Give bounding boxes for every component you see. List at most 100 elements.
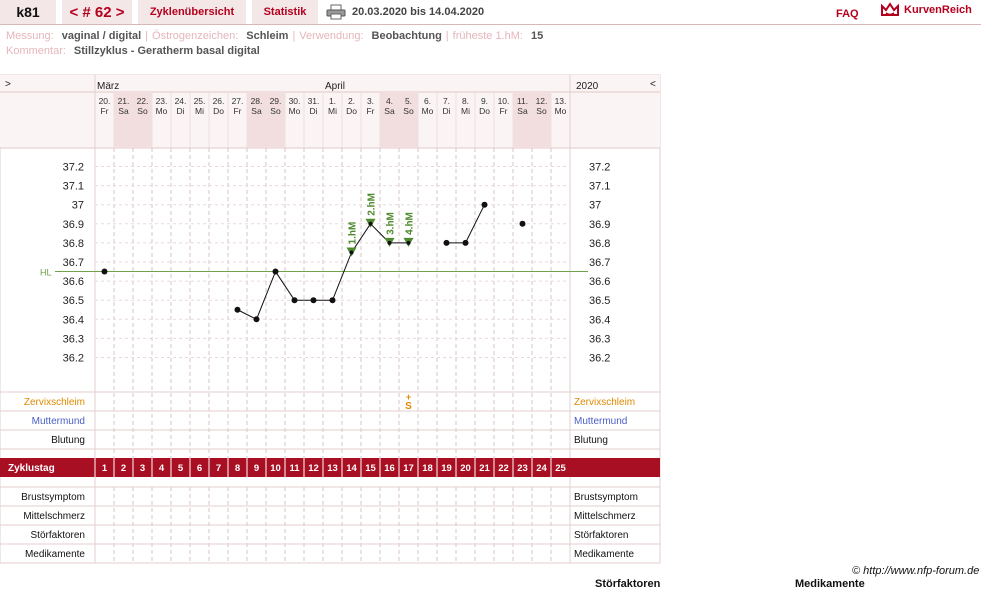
- cycle-day-number: 12: [308, 463, 319, 474]
- y-tick-right: 36.3: [589, 333, 610, 345]
- schleim-code-mark: S: [405, 401, 412, 412]
- day-number-label: 13.: [555, 96, 567, 106]
- weekday-label: Sa: [517, 106, 528, 116]
- day-number-label: 4.: [386, 96, 393, 106]
- day-number-label: 20.: [99, 96, 111, 106]
- day-number-label: 6.: [424, 96, 431, 106]
- temperature-point: [481, 201, 488, 208]
- cycle-day-number: 5: [178, 463, 184, 474]
- hl-label: HL: [40, 268, 52, 278]
- lower-row-label-right: Mittelschmerz: [574, 511, 636, 522]
- cycle-day-number: 11: [289, 463, 300, 474]
- day-number-label: 10.: [498, 96, 510, 106]
- day-number-label: 29.: [270, 96, 282, 106]
- lower-row-label-left: Medikamente: [25, 549, 85, 560]
- weekday-label: Fr: [100, 106, 108, 116]
- temperature-point: [101, 268, 108, 275]
- weekday-label: Mo: [289, 106, 301, 116]
- cycle-day-number: 21: [479, 463, 490, 474]
- weekday-label: So: [403, 106, 414, 116]
- cycle-day-number: 10: [270, 463, 281, 474]
- weekday-label: Di: [442, 106, 450, 116]
- weekday-label: Di: [176, 106, 184, 116]
- cycle-day-number: 16: [384, 463, 395, 474]
- row-label-left: Muttermund: [32, 416, 85, 427]
- cycle-day-number: 9: [254, 463, 259, 474]
- lower-row-label-right: Brustsymptom: [574, 492, 638, 503]
- day-number-label: 5.: [405, 96, 412, 106]
- cycle-day-number: 6: [197, 463, 202, 474]
- zyklustag-label: Zyklustag: [8, 463, 55, 474]
- weekday-label: So: [137, 106, 148, 116]
- cycle-day-number: 8: [235, 463, 240, 474]
- weekday-label: Fr: [233, 106, 241, 116]
- cycle-day-number: 24: [536, 463, 547, 474]
- cycle-day-number: 7: [216, 463, 221, 474]
- cycle-day-number: 2: [121, 463, 126, 474]
- y-tick-left: 37.1: [63, 181, 84, 193]
- day-number-label: 26.: [213, 96, 225, 106]
- cycle-day-number: 13: [327, 463, 338, 474]
- temperature-point: [329, 297, 336, 304]
- day-number-label: 24.: [175, 96, 187, 106]
- hm-label: 4.hM: [405, 212, 416, 235]
- weekday-label: Mi: [328, 106, 337, 116]
- cycle-day-number: 23: [517, 463, 528, 474]
- chart-nav-right[interactable]: <: [650, 79, 656, 90]
- day-number-label: 12.: [536, 96, 548, 106]
- day-number-label: 22.: [137, 96, 149, 106]
- y-tick-left: 36.3: [63, 333, 84, 345]
- chart-nav-left[interactable]: >: [5, 79, 11, 90]
- row-label-right: Blutung: [574, 435, 608, 446]
- row-label-left: Zervixschleim: [24, 397, 85, 408]
- day-number-label: 25.: [194, 96, 206, 106]
- lower-row-label-right: Störfaktoren: [574, 530, 628, 541]
- hm-label: 3.hM: [386, 212, 397, 235]
- y-tick-left: 37.2: [63, 162, 84, 174]
- cycle-day-number: 1: [102, 463, 108, 474]
- y-tick-left: 36.9: [63, 219, 84, 231]
- weekday-label: Do: [479, 106, 490, 116]
- weekday-label: Mi: [461, 106, 470, 116]
- y-tick-left: 36.6: [63, 276, 84, 288]
- y-tick-right: 36.7: [589, 257, 610, 269]
- temperature-point: [443, 239, 450, 246]
- temperature-point: [368, 221, 373, 226]
- day-number-label: 1.: [329, 96, 336, 106]
- hm-label: 2.hM: [367, 193, 378, 216]
- day-number-label: 21.: [118, 96, 130, 106]
- y-tick-left: 36.2: [63, 353, 84, 365]
- y-tick-right: 36.2: [589, 353, 610, 365]
- y-tick-right: 36.8: [589, 238, 610, 250]
- y-tick-right: 36.4: [589, 314, 610, 326]
- temperature-point: [310, 297, 317, 304]
- weekday-label: So: [536, 106, 547, 116]
- day-number-label: 7.: [443, 96, 450, 106]
- weekday-label: Mi: [195, 106, 204, 116]
- day-number-label: 11.: [517, 96, 528, 106]
- day-number-label: 27.: [232, 96, 244, 106]
- weekday-label: Sa: [118, 106, 129, 116]
- weekday-label: Fr: [499, 106, 507, 116]
- day-number-label: 31.: [308, 96, 320, 106]
- y-tick-right: 36.9: [589, 219, 610, 231]
- cycle-day-number: 14: [346, 463, 357, 474]
- copyright: © http://www.nfp-forum.de: [852, 565, 980, 577]
- day-number-label: 9.: [481, 96, 488, 106]
- weekday-label: Mo: [422, 106, 434, 116]
- y-tick-right: 36.6: [589, 276, 610, 288]
- y-tick-left: 36.5: [63, 295, 84, 307]
- cycle-day-number: 17: [403, 463, 414, 474]
- temperature-point: [234, 306, 241, 313]
- lower-row-label-left: Brustsymptom: [21, 492, 85, 503]
- day-number-label: 3.: [367, 96, 374, 106]
- weekday-label: Fr: [366, 106, 374, 116]
- y-tick-right: 37.2: [589, 162, 610, 174]
- temperature-point: [253, 316, 260, 323]
- row-label-right: Zervixschleim: [574, 397, 635, 408]
- day-number-label: 23.: [156, 96, 168, 106]
- row-label-right: Muttermund: [574, 416, 627, 427]
- weekday-label: Di: [309, 106, 317, 116]
- y-tick-left: 36.7: [63, 257, 84, 269]
- weekday-label: Do: [346, 106, 357, 116]
